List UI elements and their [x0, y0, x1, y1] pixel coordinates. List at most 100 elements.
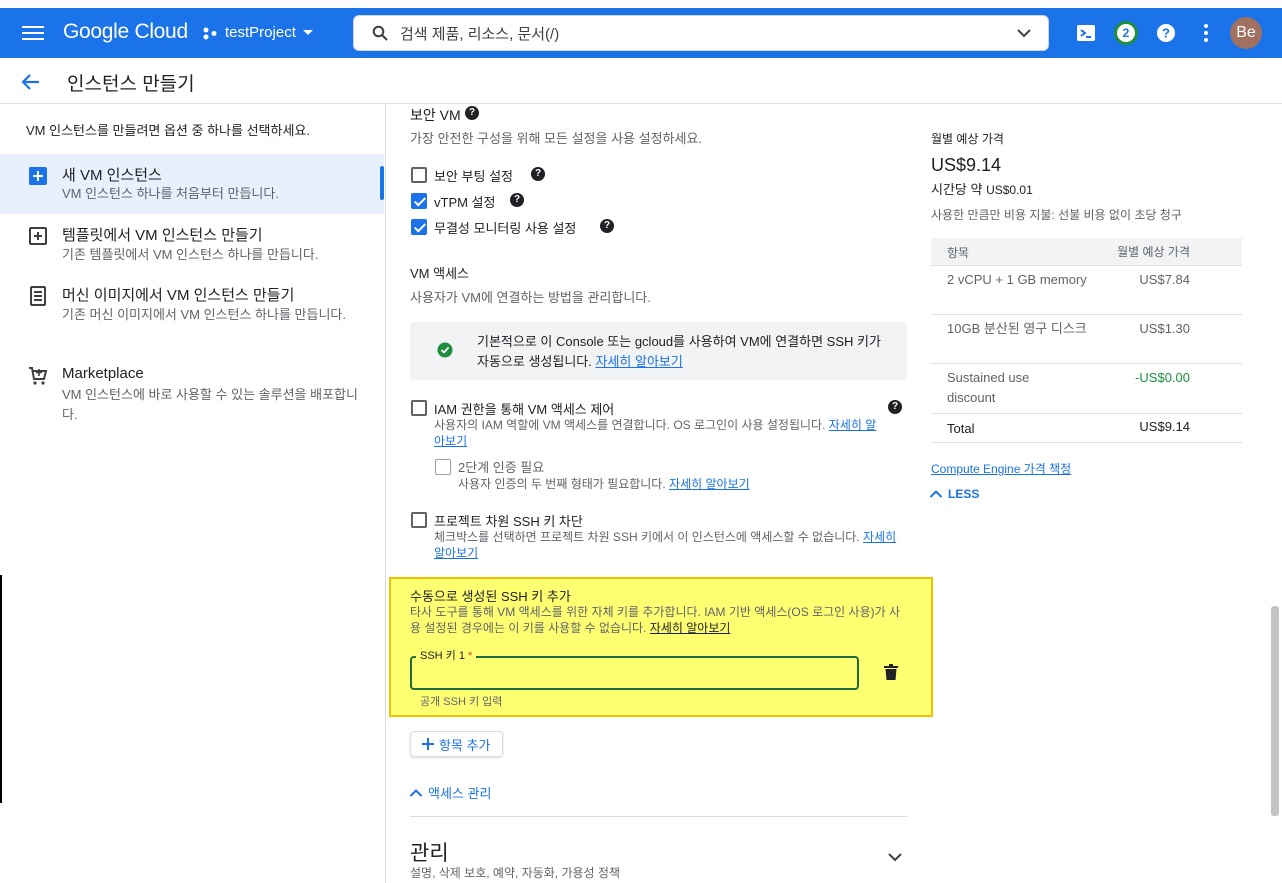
chevron-down-icon[interactable] — [887, 851, 903, 863]
row-price: US$7.84 — [1139, 272, 1190, 287]
cloud-shell-icon[interactable] — [1075, 22, 1097, 44]
option-title: 머신 이미지에서 VM 인스턴스 만들기 — [62, 287, 295, 304]
hourly-prefix: 시간당 약 — [931, 182, 983, 197]
secure-vm-title: 보안 VM — [410, 107, 461, 123]
two-factor-checkbox[interactable] — [435, 459, 451, 475]
row-price: -US$0.00 — [1135, 370, 1190, 385]
hourly-price: 시간당 약 US$0.01 — [931, 179, 1033, 198]
search-bar[interactable]: 검색 제품, 리소스, 문서(/) — [353, 15, 1049, 51]
help-icon[interactable]: ? — [888, 400, 902, 414]
header-price: 월별 예상 가격 — [1117, 245, 1190, 259]
two-factor-desc-text: 사용자 인증의 두 번째 형태가 필요합니다. — [458, 477, 666, 491]
monthly-price: US$9.14 — [931, 155, 1002, 175]
hourly-value: US$0.01 — [986, 183, 1033, 197]
top-strip — [0, 0, 1282, 8]
template-add-icon — [29, 227, 47, 245]
learn-more-link[interactable]: 자세히 알아보기 — [596, 354, 683, 369]
avatar[interactable]: Be — [1230, 17, 1262, 49]
help-icon[interactable]: ? — [510, 193, 524, 207]
check-circle-icon — [437, 342, 453, 358]
chevron-up-icon — [929, 490, 943, 498]
ssh-key-label: SSH 키 1 * — [416, 647, 477, 663]
project-picker[interactable]: testProject — [203, 24, 314, 41]
svg-text:?: ? — [1162, 26, 1170, 41]
add-item-button[interactable]: 항목 추가 — [410, 731, 503, 757]
option-from-machine-image[interactable]: 머신 이미지에서 VM 인스턴스 만들기 기존 머신 이미지에서 VM 인스턴스… — [0, 276, 384, 348]
project-name: testProject — [225, 24, 296, 41]
table-row-total: Total US$9.14 — [931, 414, 1242, 443]
caret-down-icon — [302, 29, 313, 35]
back-arrow-icon[interactable] — [20, 71, 42, 93]
window-edge — [0, 575, 2, 803]
add-item-label: 항목 추가 — [439, 737, 491, 753]
billing-note: 사용한 만큼만 비용 지불: 선불 비용 없이 초당 청구 — [931, 208, 1182, 222]
two-factor-desc: 사용자 인증의 두 번째 형태가 필요합니다. 자세히 알아보기 — [458, 475, 750, 492]
ssh-key-input[interactable]: SSH 키 1 * — [410, 647, 859, 690]
price-label: 월별 예상 가격 — [931, 132, 1004, 146]
more-vert-icon[interactable] — [1195, 22, 1217, 44]
notifications-badge[interactable]: 2 — [1114, 21, 1138, 45]
row-item: Sustained use discount — [947, 370, 1030, 405]
plus-icon — [422, 738, 434, 750]
vtpm-checkbox[interactable] — [411, 193, 427, 209]
table-row: 10GB 분산된 영구 디스크 US$1.30 — [931, 315, 1242, 364]
row-item: 2 vCPU + 1 GB memory — [947, 272, 1087, 287]
vm-access-desc: 사용자가 VM에 연결하는 방법을 관리합니다. — [410, 290, 651, 305]
pricing-link[interactable]: Compute Engine 가격 책정 — [931, 460, 1071, 477]
option-title: 템플릿에서 VM 인스턴스 만들기 — [62, 227, 263, 244]
option-marketplace[interactable]: Marketplace VM 인스턴스에 바로 사용할 수 있는 솔루션을 배포… — [0, 356, 384, 428]
integrity-monitoring-checkbox[interactable] — [411, 219, 427, 235]
option-desc: 기존 템플릿에서 VM 인스턴스 하나를 만듭니다. — [62, 247, 319, 262]
less-toggle[interactable]: LESS — [929, 487, 979, 501]
iam-access-checkbox[interactable] — [411, 400, 427, 416]
block-project-ssh-label: 프로젝트 차원 SSH 키 차단 — [434, 514, 583, 529]
page-header: 인스턴스 만들기 — [0, 58, 1282, 104]
help-icon[interactable]: ? — [465, 106, 479, 120]
search-input[interactable]: 검색 제품, 리소스, 문서(/) — [400, 23, 559, 44]
secure-boot-label: 보안 부팅 설정 — [434, 169, 513, 184]
vm-access-title: VM 액세스 — [410, 266, 469, 281]
block-project-ssh-desc: 체크박스를 선택하면 프로젝트 차원 SSH 키에서 이 인스턴스에 액세스할 … — [434, 529, 904, 561]
menu-icon[interactable] — [22, 23, 44, 43]
management-desc: 설명, 삭제 보호, 예약, 자동화, 가용성 정책 — [410, 866, 620, 880]
manual-ssh-title: 수동으로 생성된 SSH 키 추가 — [410, 589, 571, 604]
ssh-info-text: 기본적으로 이 Console 또는 gcloud를 사용하여 VM에 연결하면… — [477, 332, 887, 372]
cart-icon — [29, 367, 48, 385]
learn-more-link[interactable]: 자세히 알아보기 — [669, 477, 750, 491]
option-new-vm[interactable]: 새 VM 인스턴스 VM 인스턴스 하나를 처음부터 만듭니다. — [0, 154, 384, 214]
iam-desc-text: 사용자의 IAM 역할에 VM 액세스를 연결합니다. OS 로그인이 사용 설… — [434, 418, 826, 432]
less-label: LESS — [948, 487, 980, 501]
secure-vm-desc: 가장 안전한 구성을 위해 모든 설정을 사용 설정하세요. — [410, 131, 703, 146]
ssh-info-box: 기본적으로 이 Console 또는 gcloud를 사용하여 VM에 연결하면… — [410, 322, 907, 380]
table-header: 항목 월별 예상 가격 — [931, 238, 1242, 266]
row-price: US$9.14 — [1139, 419, 1190, 434]
scrollbar[interactable] — [1271, 606, 1279, 816]
row-item: Total — [947, 421, 975, 436]
delete-icon[interactable] — [884, 664, 898, 680]
required-marker: * — [468, 650, 473, 662]
search-icon — [372, 25, 388, 41]
option-from-template[interactable]: 템플릿에서 VM 인스턴스 만들기 기존 템플릿에서 VM 인스턴스 하나를 만… — [0, 216, 384, 274]
help-icon[interactable]: ? — [600, 219, 614, 233]
project-icon — [203, 27, 217, 39]
block-project-ssh-checkbox[interactable] — [411, 512, 427, 528]
option-desc: VM 인스턴스에 바로 사용할 수 있는 솔루션을 배포합니다. — [62, 387, 358, 422]
management-title[interactable]: 관리 — [410, 837, 449, 867]
learn-more-link[interactable]: 자세히 알아보기 — [650, 621, 731, 635]
manual-ssh-desc: 타사 도구를 통해 VM 액세스를 위한 자체 키를 추가합니다. IAM 기반… — [410, 604, 905, 636]
machine-image-icon — [30, 286, 46, 306]
top-app-bar: Google Cloud testProject 검색 제품, 리소스, 문서(… — [0, 8, 1282, 58]
option-title: 새 VM 인스턴스 — [62, 167, 162, 184]
vtpm-label: vTPM 설정 — [434, 195, 496, 210]
help-icon[interactable]: ? — [1155, 22, 1177, 44]
secure-boot-checkbox[interactable] — [411, 167, 427, 183]
chevron-down-icon[interactable] — [1016, 25, 1032, 41]
help-icon[interactable]: ? — [531, 167, 545, 181]
header-item: 항목 — [947, 246, 970, 260]
block-ssh-desc-text: 체크박스를 선택하면 프로젝트 차원 SSH 키에서 이 인스턴스에 액세스할 … — [434, 530, 860, 544]
access-manage-toggle[interactable]: 액세스 관리 — [409, 783, 491, 802]
google-cloud-logo[interactable]: Google Cloud — [63, 20, 188, 44]
table-row: 2 vCPU + 1 GB memory US$7.84 — [931, 266, 1242, 315]
ssh-key-label-text: SSH 키 1 — [420, 650, 465, 662]
option-desc: VM 인스턴스 하나를 처음부터 만듭니다. — [62, 186, 279, 201]
